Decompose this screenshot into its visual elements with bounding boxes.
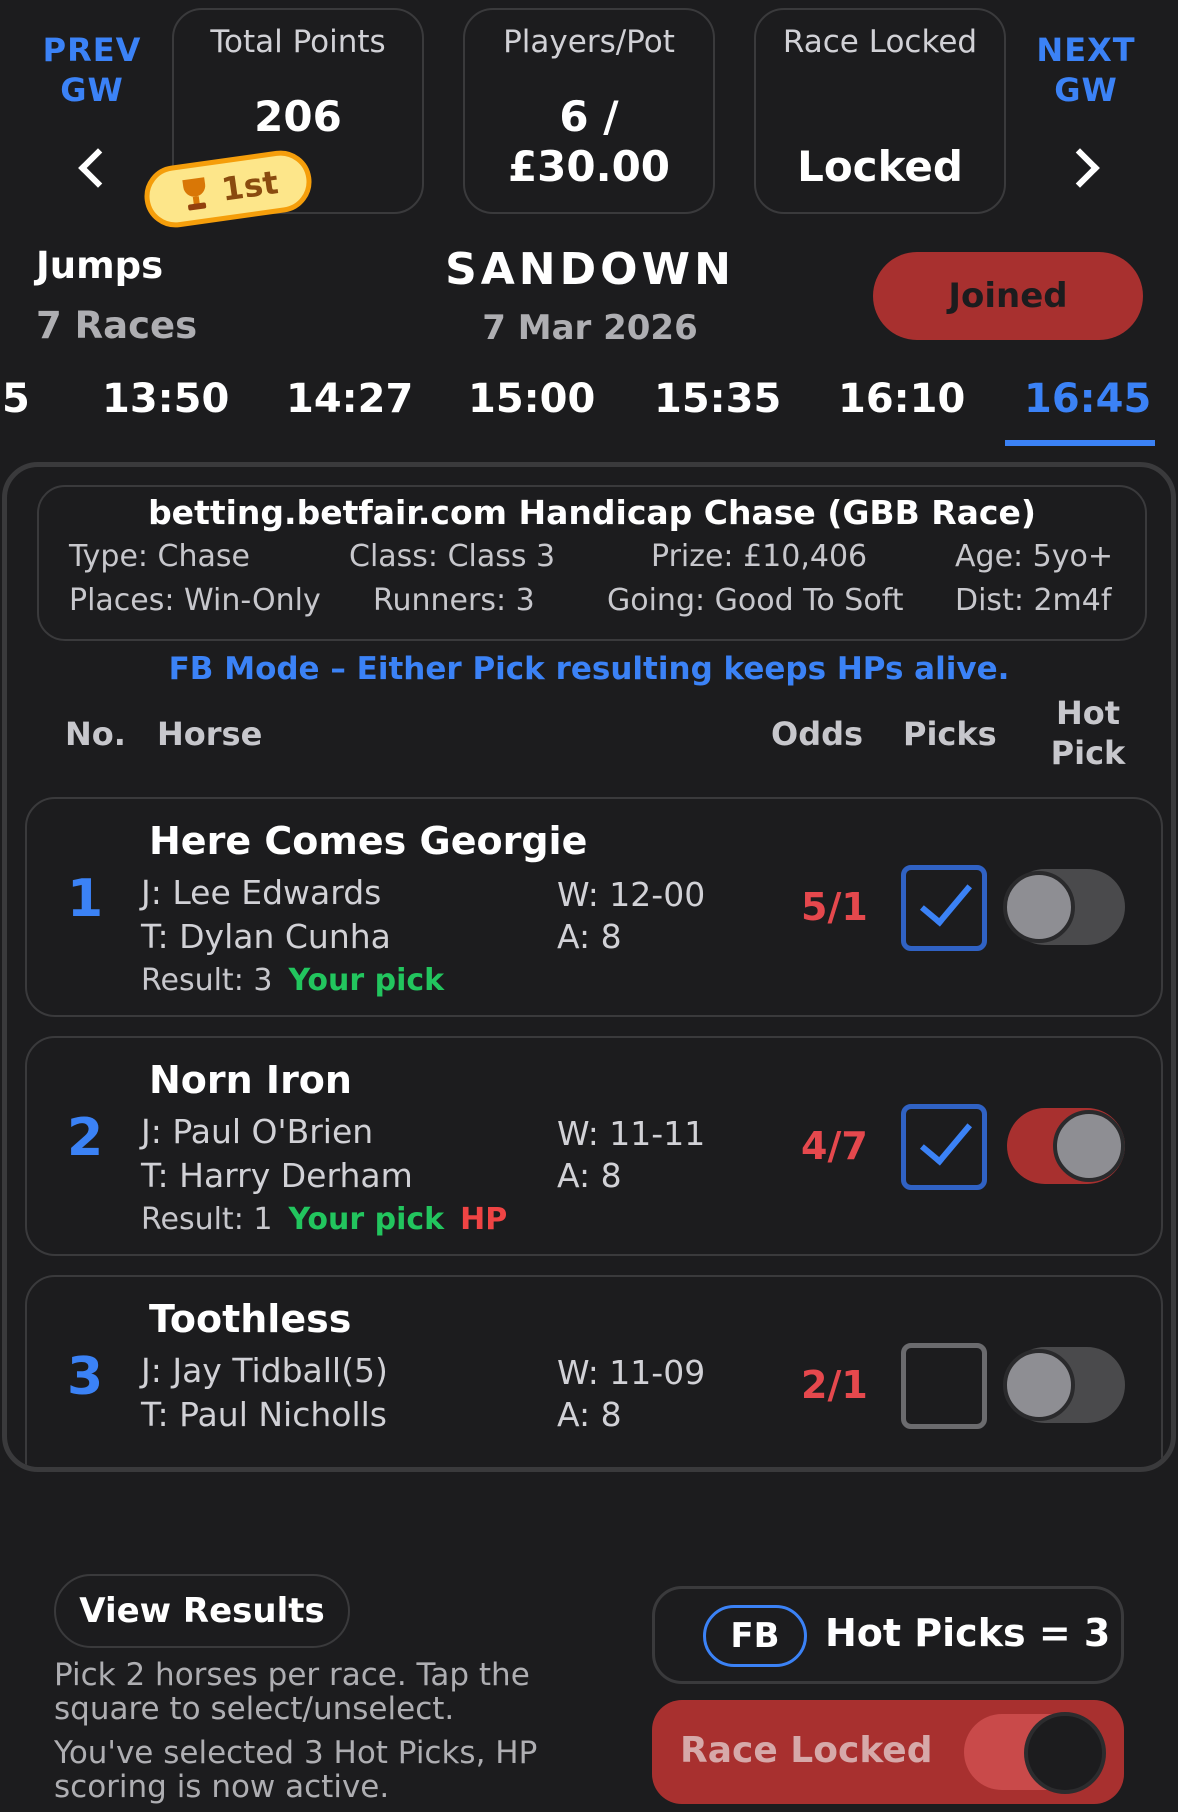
tab-race-time-active[interactable]: 16:45 xyxy=(1024,376,1151,422)
hot-pick-toggle[interactable] xyxy=(1003,869,1125,945)
horse-trainer: T: Paul Nicholls xyxy=(141,1395,387,1434)
rank-label: 1st xyxy=(219,163,281,209)
race-locked-value: Locked xyxy=(797,142,963,191)
race-locked-box: Race Locked Locked xyxy=(754,8,1006,214)
race-age: Age: 5yo+ xyxy=(955,539,1113,574)
race-locked-label: Race Locked xyxy=(782,24,978,60)
race-runners: Runners: 3 xyxy=(373,583,535,618)
horse-weight: W: 11-11 xyxy=(557,1114,706,1153)
horse-weight: W: 11-09 xyxy=(557,1353,706,1392)
toggle-knob xyxy=(1024,1712,1106,1794)
column-header-picks: Picks xyxy=(903,715,997,753)
help-text-picks: Pick 2 horses per race. Tap the square t… xyxy=(54,1657,530,1727)
hot-pick-toggle[interactable] xyxy=(1007,1108,1125,1184)
result-text: Result: 3 xyxy=(141,963,273,998)
race-title: betting.betfair.com Handicap Chase (GBB … xyxy=(148,493,1036,532)
horse-age: A: 8 xyxy=(557,1156,622,1195)
tab-race-time[interactable]: 16:10 xyxy=(838,376,965,422)
rank-badge: 1st xyxy=(140,146,316,232)
your-pick-label: Your pick xyxy=(288,963,445,998)
total-points-label: Total Points xyxy=(210,24,386,60)
joined-button[interactable]: Joined xyxy=(873,252,1143,340)
horse-weight: W: 12-00 xyxy=(557,875,706,914)
check-icon xyxy=(919,871,973,927)
tab-race-time[interactable]: 5 xyxy=(2,376,30,422)
race-prize: Prize: £10,406 xyxy=(651,539,868,574)
horse-jockey: J: Lee Edwards xyxy=(141,873,382,912)
race-locked-toggle[interactable] xyxy=(964,1712,1106,1794)
hot-picks-count: Hot Picks = 3 xyxy=(825,1611,1111,1655)
horse-card: 3 Toothless J: Jay Tidball(5) T: Paul Ni… xyxy=(25,1275,1163,1467)
players-pot-box: Players/Pot 6 / £30.00 xyxy=(463,8,715,214)
pick-checkbox[interactable] xyxy=(901,1343,987,1429)
meeting-type: Jumps xyxy=(36,244,164,287)
horse-card: 2 Norn Iron J: Paul O'Brien T: Harry Der… xyxy=(25,1036,1163,1256)
horse-name: Toothless xyxy=(149,1297,352,1341)
view-results-button[interactable]: View Results xyxy=(54,1574,350,1648)
players-pot-value: 6 / £30.00 xyxy=(507,92,671,191)
course-name: SANDOWN xyxy=(445,244,735,295)
chevron-left-icon[interactable] xyxy=(78,148,118,188)
horse-card: 1 Here Comes Georgie J: Lee Edwards T: D… xyxy=(25,797,1163,1017)
horse-result: Result: 3 Your pick xyxy=(141,963,444,998)
toggle-knob xyxy=(1003,871,1075,943)
horse-number: 3 xyxy=(67,1347,104,1407)
toggle-knob xyxy=(1053,1110,1125,1182)
tab-race-time[interactable]: 15:00 xyxy=(468,376,595,422)
column-header-horse: Horse xyxy=(157,715,263,753)
meeting-date: 7 Mar 2026 xyxy=(482,308,698,348)
trophy-icon xyxy=(176,174,214,212)
prev-gw-link[interactable]: PREV GW xyxy=(30,30,154,110)
hot-picks-summary: FB Hot Picks = 3 xyxy=(652,1586,1124,1684)
total-points-value: 206 xyxy=(254,92,342,141)
tab-race-time[interactable]: 14:27 xyxy=(286,376,413,422)
horse-age: A: 8 xyxy=(557,917,622,956)
fb-mode-note: FB Mode – Either Pick resulting keeps HP… xyxy=(168,651,1010,687)
help-text-hot-picks: You've selected 3 Hot Picks, HP scoring … xyxy=(54,1735,538,1805)
fb-mode-badge: FB xyxy=(703,1605,807,1667)
hot-pick-toggle[interactable] xyxy=(1003,1347,1125,1423)
horse-jockey: J: Jay Tidball(5) xyxy=(141,1351,388,1390)
column-header-no: No. xyxy=(65,715,126,753)
tab-race-time[interactable]: 15:35 xyxy=(654,376,781,422)
race-locked-button-label: Race Locked xyxy=(680,1730,933,1771)
players-pot-label: Players/Pot xyxy=(503,24,675,60)
race-time-tabs: 5 13:50 14:27 15:00 15:35 16:10 16:45 xyxy=(0,376,1178,446)
horse-number: 1 xyxy=(67,869,104,929)
pick-checkbox[interactable] xyxy=(901,865,987,951)
horse-trainer: T: Harry Derham xyxy=(141,1156,413,1195)
next-gw-link[interactable]: NEXT GW xyxy=(1024,30,1148,110)
result-text: Result: 1 xyxy=(141,1202,273,1237)
race-distance: Dist: 2m4f xyxy=(955,583,1112,618)
race-info-card: betting.betfair.com Handicap Chase (GBB … xyxy=(37,485,1147,641)
horse-odds: 4/7 xyxy=(801,1124,868,1168)
hot-pick-label: HP xyxy=(460,1202,508,1237)
horse-name: Here Comes Georgie xyxy=(149,819,588,863)
horse-age: A: 8 xyxy=(557,1395,622,1434)
race-locked-button[interactable]: Race Locked xyxy=(652,1700,1124,1804)
race-type: Type: Chase xyxy=(69,539,250,574)
horse-odds: 5/1 xyxy=(801,885,868,929)
column-header-hot-pick: Hot Pick xyxy=(1050,694,1126,772)
horse-trainer: T: Dylan Cunha xyxy=(141,917,391,956)
meeting-race-count: 7 Races xyxy=(36,304,198,347)
toggle-knob xyxy=(1003,1349,1075,1421)
horse-odds: 2/1 xyxy=(801,1363,868,1407)
horse-jockey: J: Paul O'Brien xyxy=(141,1112,374,1151)
race-going: Going: Good To Soft xyxy=(607,583,904,618)
pick-checkbox[interactable] xyxy=(901,1104,987,1190)
horse-number: 2 xyxy=(67,1108,104,1168)
tab-race-time[interactable]: 13:50 xyxy=(102,376,229,422)
race-panel: betting.betfair.com Handicap Chase (GBB … xyxy=(2,462,1176,1472)
horse-name: Norn Iron xyxy=(149,1058,352,1102)
chevron-right-icon[interactable] xyxy=(1060,148,1100,188)
column-header-odds: Odds xyxy=(771,715,864,753)
check-icon xyxy=(919,1110,973,1166)
horse-result: Result: 1 Your pick HP xyxy=(141,1202,507,1237)
race-places: Places: Win-Only xyxy=(69,583,321,618)
your-pick-label: Your pick xyxy=(288,1202,445,1237)
race-class: Class: Class 3 xyxy=(349,539,556,574)
active-tab-underline xyxy=(1005,440,1155,446)
